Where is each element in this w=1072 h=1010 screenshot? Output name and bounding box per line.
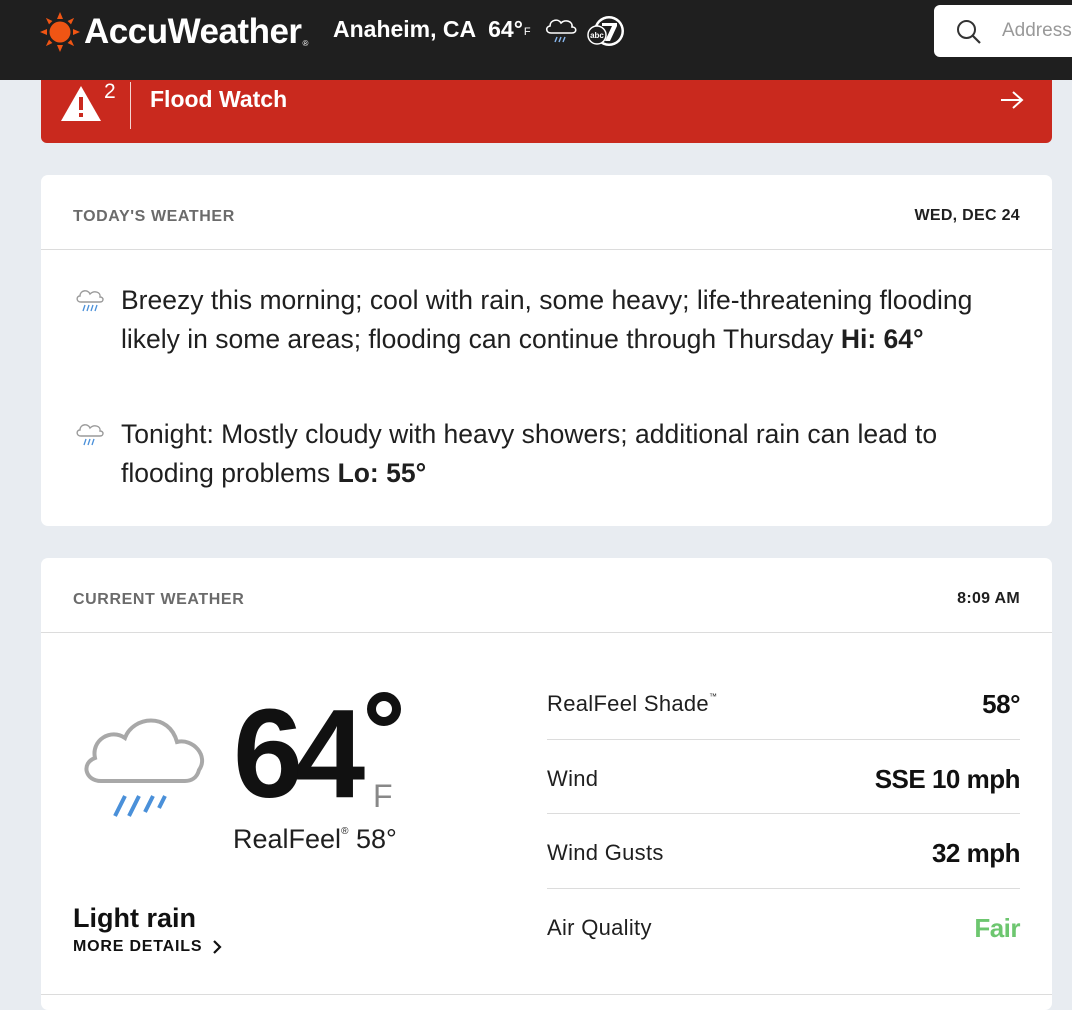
- brand-registered-mark: ®: [302, 38, 309, 48]
- day-forecast: Breezy this morning; cool with rain, som…: [73, 281, 1013, 359]
- detail-label: Wind Gusts: [547, 840, 664, 865]
- arrow-right-icon[interactable]: [999, 89, 1025, 111]
- degree-symbol: [367, 692, 401, 726]
- card-header: TODAY'S WEATHER WED, DEC 24: [41, 175, 1052, 250]
- chevron-right-icon: [213, 940, 222, 954]
- card-title: TODAY'S WEATHER: [73, 208, 235, 225]
- accuweather-logo[interactable]: AccuWeather ®: [40, 12, 308, 52]
- night-rain-icon: [76, 424, 104, 446]
- detail-row-air-quality: Air Quality Fair: [547, 889, 1020, 964]
- card-divider: [41, 994, 1052, 995]
- detail-label: RealFeel Shade™: [547, 691, 717, 717]
- header-location[interactable]: Anaheim, CA 64° F: [333, 16, 579, 48]
- realfeel-value: 58°: [355, 824, 397, 854]
- flood-watch-alert[interactable]: 2 Flood Watch: [41, 80, 1052, 143]
- weather-phrase: Light rain: [73, 903, 196, 933]
- weather-details-list: RealFeel Shade™ 58° Wind SSE 10 mph Wind…: [547, 665, 1021, 964]
- search-icon[interactable]: [956, 19, 982, 45]
- realfeel-mark: ®: [341, 826, 349, 837]
- night-forecast-phrase: Tonight: Mostly cloudy with heavy shower…: [121, 419, 938, 488]
- observation-time: 8:09 AM: [957, 590, 1020, 607]
- brand-name: AccuWeather: [84, 12, 302, 51]
- search-box[interactable]: [934, 5, 1072, 57]
- abc7-logo-icon[interactable]: abc: [585, 14, 629, 48]
- detail-label: Wind: [547, 765, 599, 791]
- realfeel: RealFeel® 58°: [233, 824, 397, 855]
- trademark-mark: ™: [708, 692, 718, 701]
- header-temp-unit: F: [523, 26, 531, 38]
- air-quality-value[interactable]: Fair: [974, 913, 1020, 944]
- detail-row-realfeel-shade: RealFeel Shade™ 58°: [547, 665, 1020, 740]
- sun-logo-icon: [40, 12, 80, 52]
- more-details-label: MORE DETAILS: [73, 938, 203, 955]
- night-forecast-text: Tonight: Mostly cloudy with heavy shower…: [121, 415, 1013, 493]
- rain-icon: [76, 290, 104, 312]
- top-bar: AccuWeather ® Anaheim, CA 64° F abc: [0, 0, 1072, 80]
- header-temp: 64°: [488, 16, 523, 42]
- low-temp: Lo: 55°: [337, 458, 427, 488]
- alert-count: 2: [104, 80, 116, 103]
- alert-title: Flood Watch: [150, 86, 288, 112]
- current-temperature: 64: [233, 683, 365, 824]
- rain-icon: [545, 19, 577, 43]
- detail-value: 58°: [982, 689, 1020, 719]
- todays-weather-card[interactable]: TODAY'S WEATHER WED, DEC 24 Breezy this …: [41, 175, 1052, 526]
- light-rain-icon: [84, 718, 205, 817]
- location-name: Anaheim, CA: [333, 16, 477, 42]
- current-weather-card[interactable]: CURRENT WEATHER 8:09 AM 64 F RealFeel® 5…: [41, 558, 1052, 1010]
- detail-row-wind-gusts: Wind Gusts 32 mph: [547, 814, 1021, 889]
- high-temp: Hi: 64°: [840, 324, 924, 354]
- night-forecast: Tonight: Mostly cloudy with heavy shower…: [73, 415, 1013, 493]
- card-title: CURRENT WEATHER: [73, 591, 245, 608]
- realfeel-label: RealFeel: [233, 824, 342, 854]
- detail-label-text: RealFeel Shade: [547, 691, 709, 716]
- detail-value: SSE 10 mph: [874, 763, 1021, 794]
- forecast-date: WED, DEC 24: [914, 207, 1020, 224]
- detail-label: Air Quality: [547, 914, 652, 940]
- more-details-link[interactable]: MORE DETAILS: [73, 938, 222, 956]
- svg-text:abc: abc: [590, 31, 604, 40]
- card-header: CURRENT WEATHER 8:09 AM: [41, 558, 1052, 633]
- search-input[interactable]: [1002, 5, 1072, 57]
- detail-row-wind: Wind SSE 10 mph: [547, 740, 1021, 814]
- day-forecast-text: Breezy this morning; cool with rain, som…: [121, 281, 1013, 359]
- warning-triangle-icon: [61, 86, 101, 121]
- detail-value: 32 mph: [931, 838, 1021, 868]
- alert-divider: [130, 82, 131, 129]
- temperature-unit: F: [373, 778, 393, 814]
